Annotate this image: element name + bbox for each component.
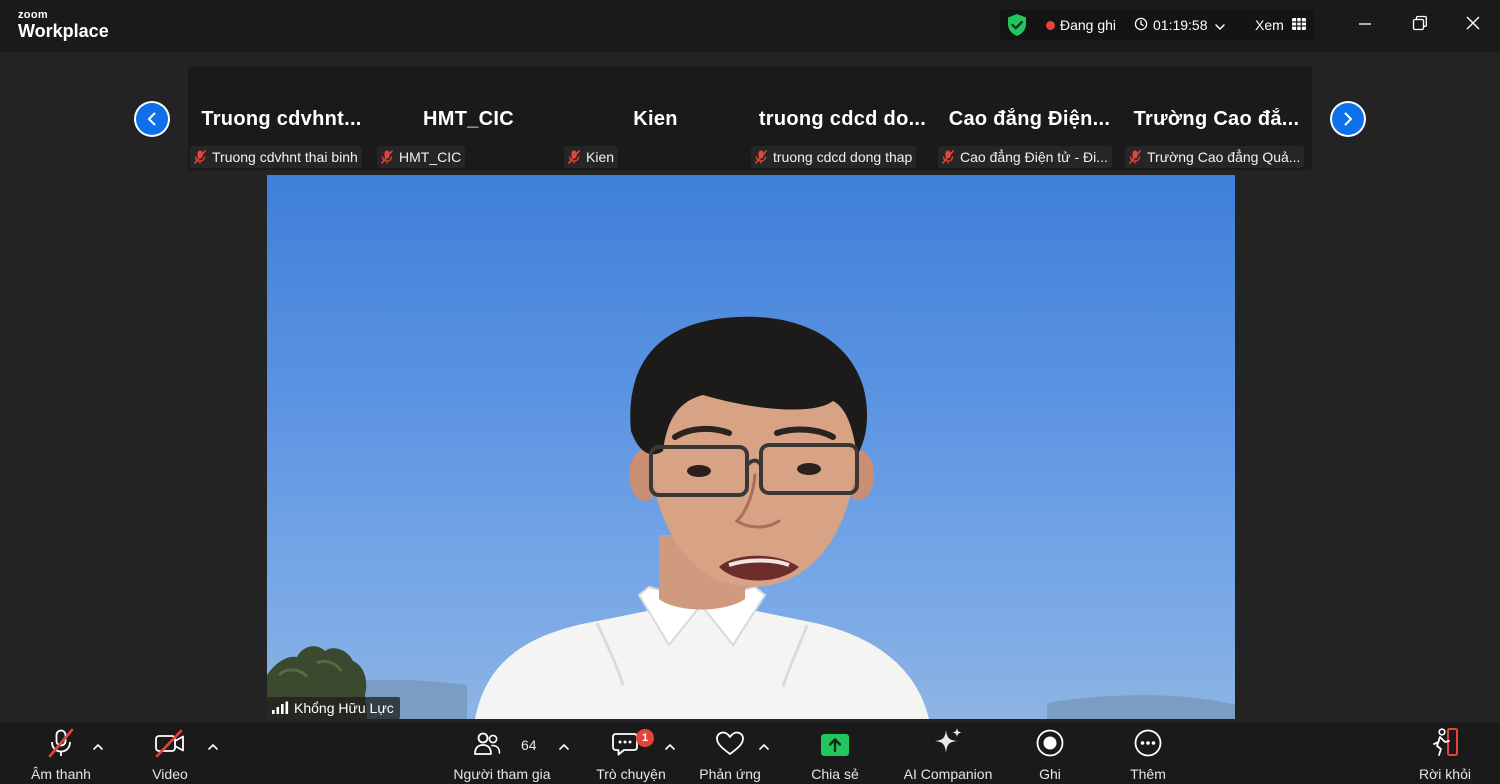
participant-tile-name: Cao đẳng Điện... (948, 108, 1111, 130)
speaker-name-text: Khổng Hữu Lực (294, 700, 394, 716)
participants-label: Người tham gia (453, 766, 551, 782)
record-label: Ghi (1039, 766, 1061, 782)
chat-label: Trò chuyện (596, 766, 666, 782)
participant-label-text: Kien (586, 149, 615, 165)
speaker-video-frame (267, 316, 1235, 719)
mic-muted-icon (193, 149, 207, 165)
minimize-icon[interactable] (1358, 14, 1372, 39)
gallery-prev-button[interactable] (134, 101, 170, 137)
participant-tile[interactable]: truong cdcd do... truong cdcd dong thap (749, 66, 936, 170)
participant-name-label: truong cdcd dong thap (751, 146, 917, 168)
reactions-options-chevron-up-icon[interactable] (758, 739, 770, 757)
signal-strength-icon (272, 701, 289, 714)
record-button[interactable]: Ghi (1025, 722, 1075, 784)
leave-icon (1429, 722, 1461, 758)
more-label: Thêm (1130, 766, 1166, 782)
active-speaker-video[interactable] (267, 175, 1235, 719)
participant-label-text: Cao đẳng Điện tử - Đi... (960, 149, 1108, 165)
participant-label-text: truong cdcd dong thap (773, 149, 913, 165)
ai-companion-button[interactable]: AI Companion (898, 722, 998, 784)
participants-count: 64 (521, 737, 537, 753)
video-options-chevron-up-icon[interactable] (207, 739, 219, 757)
mic-muted-icon (1128, 149, 1142, 165)
mic-muted-icon (941, 149, 955, 165)
share-screen-icon (820, 722, 850, 758)
mic-muted-icon (380, 149, 394, 165)
sparkle-icon (932, 722, 964, 758)
participants-options-chevron-up-icon[interactable] (558, 739, 570, 757)
mic-muted-icon (46, 722, 76, 758)
leave-meeting-button[interactable]: Rời khỏi (1410, 722, 1480, 784)
participant-label-text: Trường Cao đẳng Quả... (1147, 149, 1301, 165)
reactions-label: Phản ứng (699, 766, 761, 782)
participant-name-label: Kien (564, 146, 619, 168)
chat-options-chevron-up-icon[interactable] (664, 739, 676, 757)
chevron-left-icon (148, 112, 156, 126)
participant-name-label: Truong cdvhnt thai binh (190, 146, 362, 168)
participant-tile-name: HMT_CIC (423, 108, 514, 130)
share-label: Chia sẻ (811, 766, 859, 782)
title-bar: zoom Workplace Đang ghi 01:19:58 Xem (0, 0, 1500, 52)
speaker-name-label: Khổng Hữu Lực (267, 697, 400, 719)
chevron-right-icon (1344, 112, 1352, 126)
participant-tile-name: truong cdcd do... (758, 108, 927, 130)
more-button[interactable]: Thêm (1120, 722, 1176, 784)
gallery-next-button[interactable] (1330, 101, 1366, 137)
participant-gallery-strip: Truong cdvhnt... Truong cdvhnt thai binh… (188, 66, 1312, 170)
mic-muted-icon (567, 149, 581, 165)
participant-tile-name: Truong cdvhnt... (201, 108, 362, 130)
recording-dot-icon (1046, 21, 1055, 30)
audio-button[interactable]: Âm thanh (26, 722, 96, 784)
participants-icon (472, 722, 502, 758)
chevron-down-icon[interactable] (1214, 19, 1226, 37)
logo-workplace-text: Workplace (18, 21, 109, 41)
mic-muted-icon (754, 149, 768, 165)
participant-name-label: Cao đẳng Điện tử - Đi... (938, 146, 1112, 168)
grid-view-icon[interactable] (1291, 17, 1307, 36)
participant-name-label: HMT_CIC (377, 146, 466, 168)
close-icon[interactable] (1466, 14, 1480, 39)
restore-window-icon[interactable] (1412, 14, 1428, 39)
meeting-timer: 01:19:58 (1153, 17, 1208, 33)
logo-zoom-text: zoom (18, 9, 48, 21)
participant-label-text: HMT_CIC (399, 149, 462, 165)
clock-icon (1134, 17, 1148, 36)
encryption-shield-icon[interactable] (1006, 13, 1028, 42)
participant-label-text: Truong cdvhnt thai binh (212, 149, 358, 165)
zoom-logo: zoom Workplace (18, 9, 109, 41)
participant-tile-name: Kien (633, 108, 678, 130)
participant-tile[interactable]: Kien Kien (562, 66, 749, 170)
ai-companion-label: AI Companion (903, 766, 993, 782)
more-options-icon (1133, 722, 1163, 758)
participant-tile[interactable]: Truong cdvhnt... Truong cdvhnt thai binh (188, 66, 375, 170)
leave-label: Rời khỏi (1419, 766, 1471, 782)
video-button[interactable]: Video (140, 722, 200, 784)
video-off-icon (154, 722, 186, 758)
participant-tile[interactable]: Trường Cao đẳ... Trường Cao đẳng Quả... (1123, 66, 1310, 170)
share-screen-button[interactable]: Chia sẻ (805, 722, 865, 784)
participants-button[interactable]: Người tham gia (447, 722, 557, 784)
participant-tile-name: Trường Cao đẳ... (1133, 108, 1300, 130)
view-button-label[interactable]: Xem (1255, 17, 1284, 33)
record-icon (1035, 722, 1065, 758)
chat-unread-badge: 1 (636, 729, 654, 747)
reactions-button[interactable]: Phản ứng (694, 722, 766, 784)
audio-options-chevron-up-icon[interactable] (92, 739, 104, 757)
chat-button[interactable]: Trò chuyện (591, 722, 671, 784)
participant-name-label: Trường Cao đẳng Quả... (1125, 146, 1305, 168)
recording-label[interactable]: Đang ghi (1060, 17, 1116, 33)
participant-tile[interactable]: Cao đẳng Điện... Cao đẳng Điện tử - Đi..… (936, 66, 1123, 170)
heart-icon (714, 722, 746, 758)
video-label: Video (152, 766, 188, 782)
audio-label: Âm thanh (31, 766, 91, 782)
participant-tile[interactable]: HMT_CIC HMT_CIC (375, 66, 562, 170)
